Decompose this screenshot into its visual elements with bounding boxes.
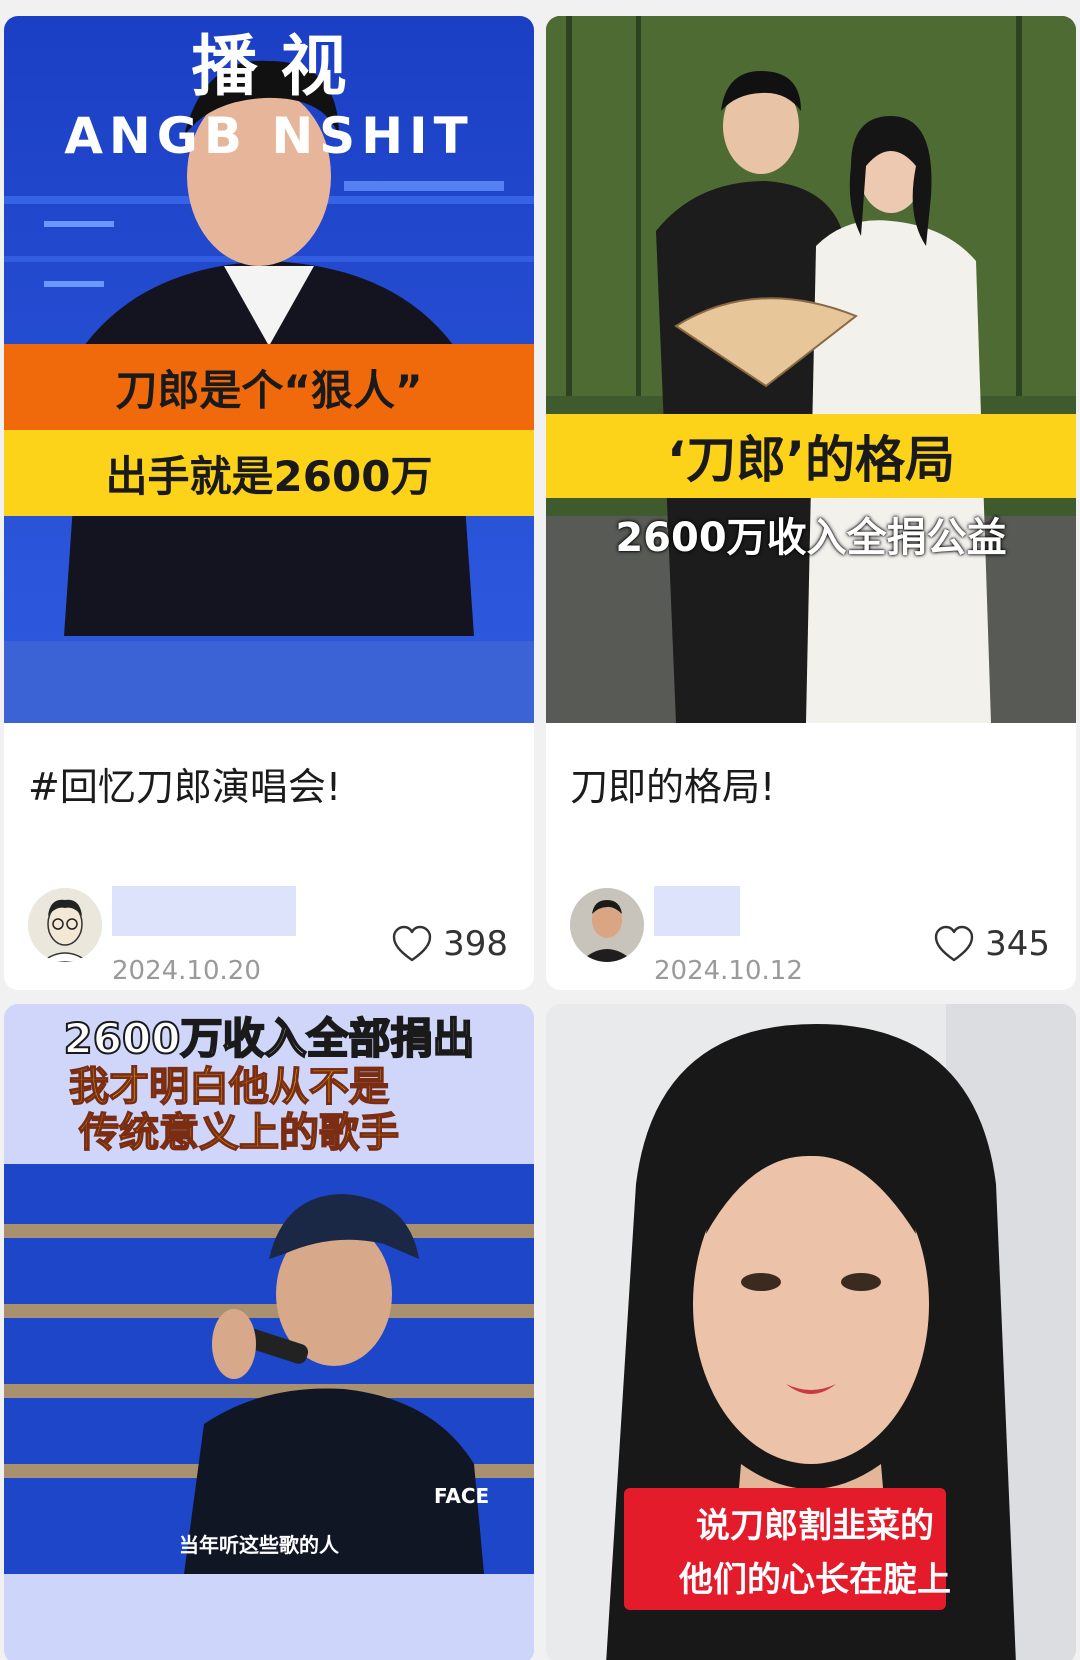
post-card[interactable]: 2600万收入全部捐出 我才明白他从不是 传统意义上的歌手 当年听这些歌的人 F… [4,1004,534,1660]
thumbnail-subtitle: 当年听这些歌的人 [179,1532,339,1557]
post-thumbnail[interactable]: 说刀郎割韭菜的 他们的心长在腚上 [546,1004,1076,1660]
heart-outline-icon [934,925,974,962]
thumbnail-caption-3: 传统意义上的歌手 [78,1109,400,1157]
post-card[interactable]: 播 视 ANGB NSHIT 刀郎是个“狠人” 出手就是2600万 #回忆刀郎演… [4,16,534,990]
like-button[interactable]: 398 [391,924,508,964]
avatar[interactable] [570,888,644,962]
post-title[interactable]: 刀即的格局! [570,756,775,811]
shirt-text: FACE [434,1484,490,1508]
post-card[interactable]: 说刀郎割韭菜的 他们的心长在腚上 [546,1004,1076,1660]
like-button[interactable]: 345 [933,924,1050,964]
thumbnail-caption-2: 出手就是2600万 [4,430,534,516]
thumbnail-caption-1: 说刀郎割韭菜的 [696,1505,934,1546]
post-date: 2024.10.12 [654,956,803,986]
post-thumbnail[interactable]: 播 视 ANGB NSHIT 刀郎是个“狠人” 出手就是2600万 [4,16,534,723]
thumbnail-caption-1: ‘刀郎’的格局 [546,414,1076,498]
thumbnail-caption-2: 他们的心长在腚上 [679,1559,951,1600]
post-title[interactable]: #回忆刀郎演唱会! [28,756,341,811]
post-thumbnail[interactable]: ‘刀郎’的格局 2600万收入全捐公益 [546,16,1076,723]
thumbnail-caption-1: 2600万收入全部捐出 [63,1013,476,1064]
avatar[interactable] [28,888,102,962]
author-name[interactable] [654,886,740,936]
thumbnail-caption-1: 刀郎是个“狠人” [4,344,534,430]
avatar-image [570,888,644,962]
post-date: 2024.10.20 [112,956,261,986]
like-count: 345 [985,924,1050,964]
thumbnail-image [546,16,1076,723]
post-thumbnail[interactable]: 2600万收入全部捐出 我才明白他从不是 传统意义上的歌手 当年听这些歌的人 F… [4,1004,534,1660]
author-name[interactable] [112,886,296,936]
heart-outline-icon [392,925,432,962]
avatar-image [28,888,102,962]
thumbnail-caption-2: 2600万收入全捐公益 [615,515,1007,561]
thumbnail-band-text: ANGB NSHIT [64,107,474,165]
feed-grid: 播 视 ANGB NSHIT 刀郎是个“狠人” 出手就是2600万 #回忆刀郎演… [0,0,1080,1660]
thumbnail-top-text: 播 视 [191,28,347,105]
like-count: 398 [443,924,508,964]
post-card[interactable]: ‘刀郎’的格局 2600万收入全捐公益 刀即的格局! 2024.10.12 34… [546,16,1076,990]
